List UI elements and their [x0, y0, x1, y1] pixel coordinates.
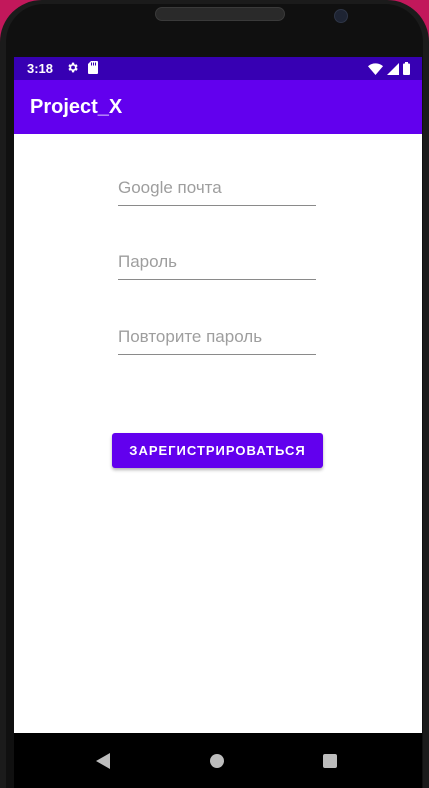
back-icon[interactable]	[96, 753, 110, 769]
app-bar: Project_X	[14, 80, 422, 134]
email-field[interactable]	[118, 174, 316, 206]
battery-icon	[403, 62, 410, 75]
gear-icon	[68, 62, 78, 73]
speaker-grille	[155, 7, 285, 21]
navigation-bar	[14, 733, 422, 788]
sd-card-icon	[88, 61, 98, 74]
front-camera	[334, 9, 348, 23]
home-icon[interactable]	[210, 754, 224, 768]
app-title: Project_X	[30, 96, 123, 118]
password-field[interactable]	[118, 248, 316, 280]
register-button[interactable]: ЗАРЕГИСТРИРОВАТЬСЯ	[112, 433, 323, 468]
app-screen: 3:18 Project_X Google почта ЗАРЕГИСТРИРО…	[14, 57, 422, 733]
wifi-icon	[368, 62, 383, 75]
status-bar: 3:18	[14, 57, 422, 80]
repeat-password-field[interactable]	[118, 323, 316, 355]
signal-icon	[387, 62, 399, 75]
status-time: 3:18	[27, 61, 54, 76]
recents-icon[interactable]	[323, 754, 337, 768]
